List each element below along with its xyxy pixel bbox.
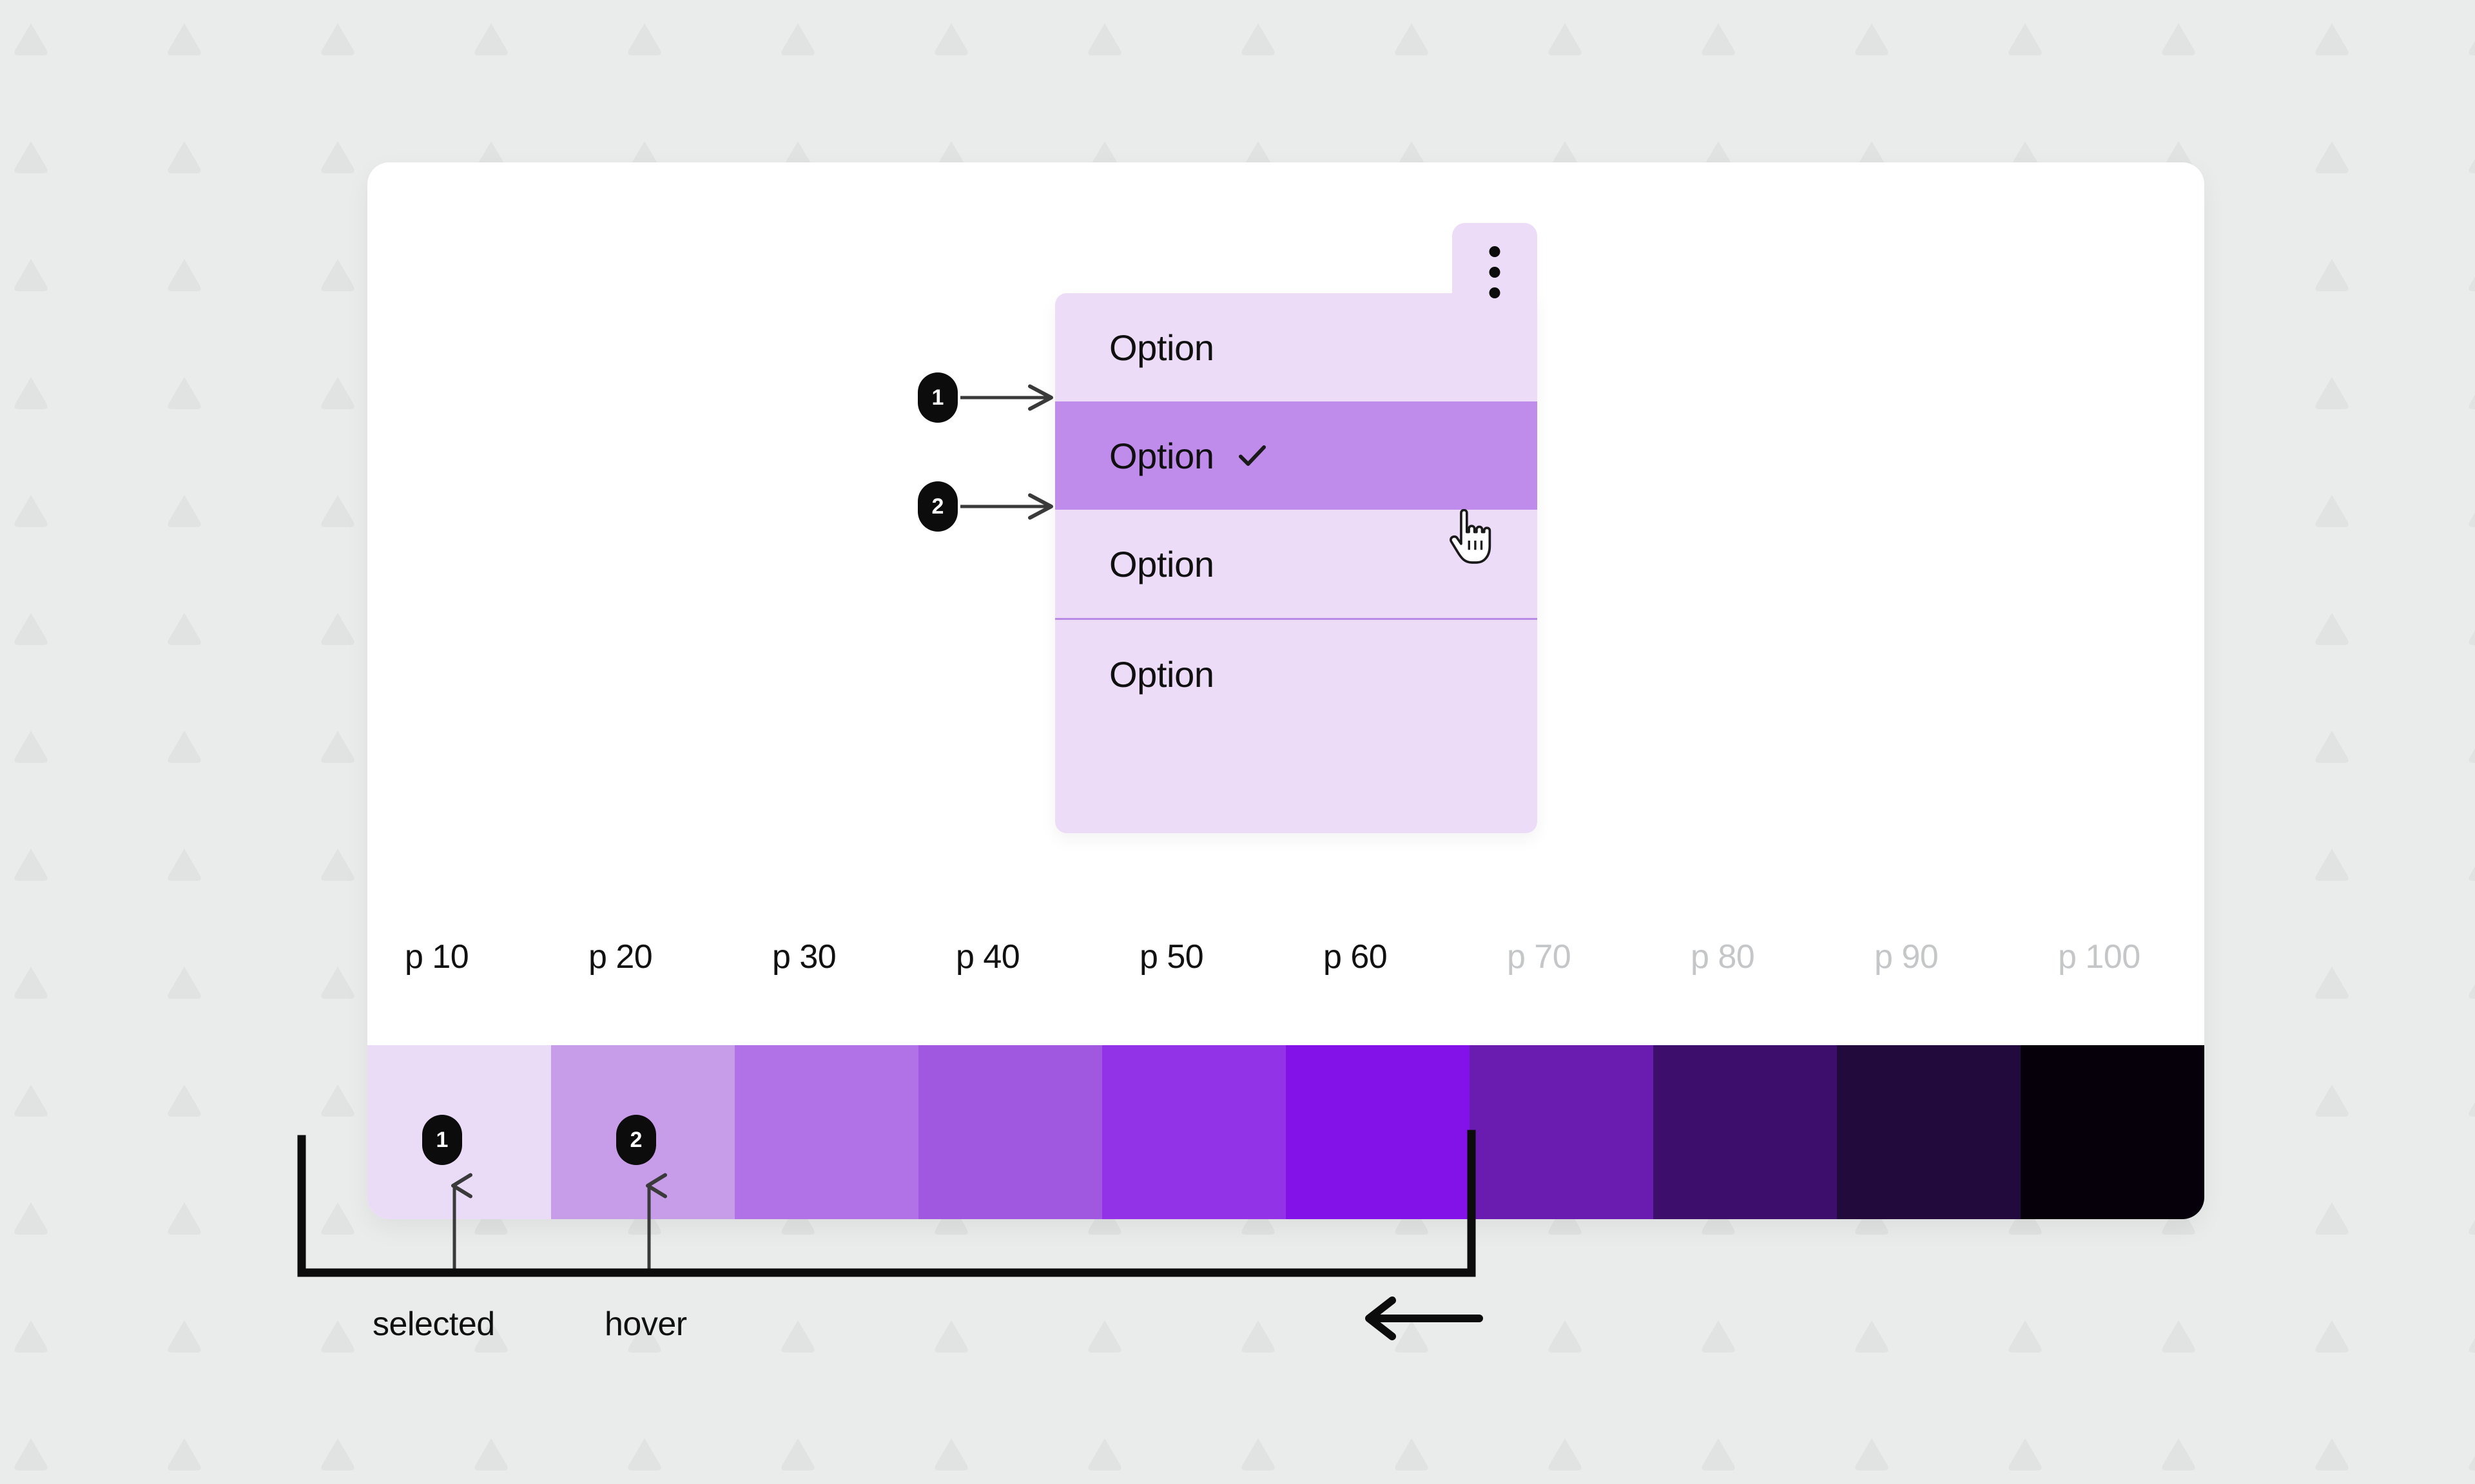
scale-label-p50: p 50 (1140, 938, 1204, 976)
menu-item-label: Option (1109, 327, 1214, 368)
menu-item-option-4[interactable]: Option (1055, 620, 1537, 728)
swatch-p50[interactable] (1102, 1045, 1286, 1219)
kebab-dot-1 (1489, 246, 1500, 257)
menu-item-option-1[interactable]: Option (1055, 293, 1537, 401)
annotation-label-hover: hover (605, 1306, 687, 1343)
swatch-p80[interactable] (1653, 1045, 1837, 1219)
scale-label-p40: p 40 (956, 938, 1020, 976)
scale-label-p90: p 90 (1874, 938, 1939, 976)
more-vertical-icon[interactable] (1452, 223, 1537, 308)
scale-label-p20: p 20 (588, 938, 653, 976)
swatch-p100[interactable] (2021, 1045, 2204, 1219)
swatch-p30[interactable] (735, 1045, 918, 1219)
swatch-p90[interactable] (1837, 1045, 2021, 1219)
pointer-hand-cursor (1450, 509, 1491, 564)
swatch-callout-badge-2: 2 (616, 1115, 656, 1165)
kebab-dot-3 (1489, 287, 1500, 298)
callout-badge-number: 1 (436, 1127, 449, 1152)
scale-label-p80: p 80 (1691, 938, 1755, 976)
kebab-dot-2 (1489, 267, 1500, 278)
menu-item-label: Option (1109, 653, 1214, 695)
callout-badge-number: 2 (630, 1127, 643, 1152)
swatch-scale-labels: p 10 p 20 p 30 p 40 p 50 p 60 p 70 p 80 … (367, 938, 2204, 1041)
menu-item-option-2[interactable]: Option (1055, 401, 1537, 510)
callout-badge-2: 2 (918, 481, 958, 532)
swatch-p40[interactable] (918, 1045, 1102, 1219)
scale-label-p70: p 70 (1507, 938, 1571, 976)
swatch-p70[interactable] (1470, 1045, 1653, 1219)
menu-item-label: Option (1109, 435, 1214, 476)
callout-badge-number: 2 (931, 494, 944, 519)
menu-item-label: Option (1109, 543, 1214, 584)
callout-badge-number: 1 (931, 385, 944, 410)
swatch-p60[interactable] (1286, 1045, 1470, 1219)
scale-label-p10: p 10 (405, 938, 469, 976)
scale-label-p60: p 60 (1323, 938, 1388, 976)
check-icon (1234, 437, 1271, 474)
swatch-callout-badge-1: 1 (422, 1115, 462, 1165)
scale-label-p100: p 100 (2058, 938, 2140, 976)
annotation-label-selected: selected (373, 1306, 495, 1343)
callout-badge-1: 1 (918, 372, 958, 423)
scale-label-p30: p 30 (772, 938, 837, 976)
